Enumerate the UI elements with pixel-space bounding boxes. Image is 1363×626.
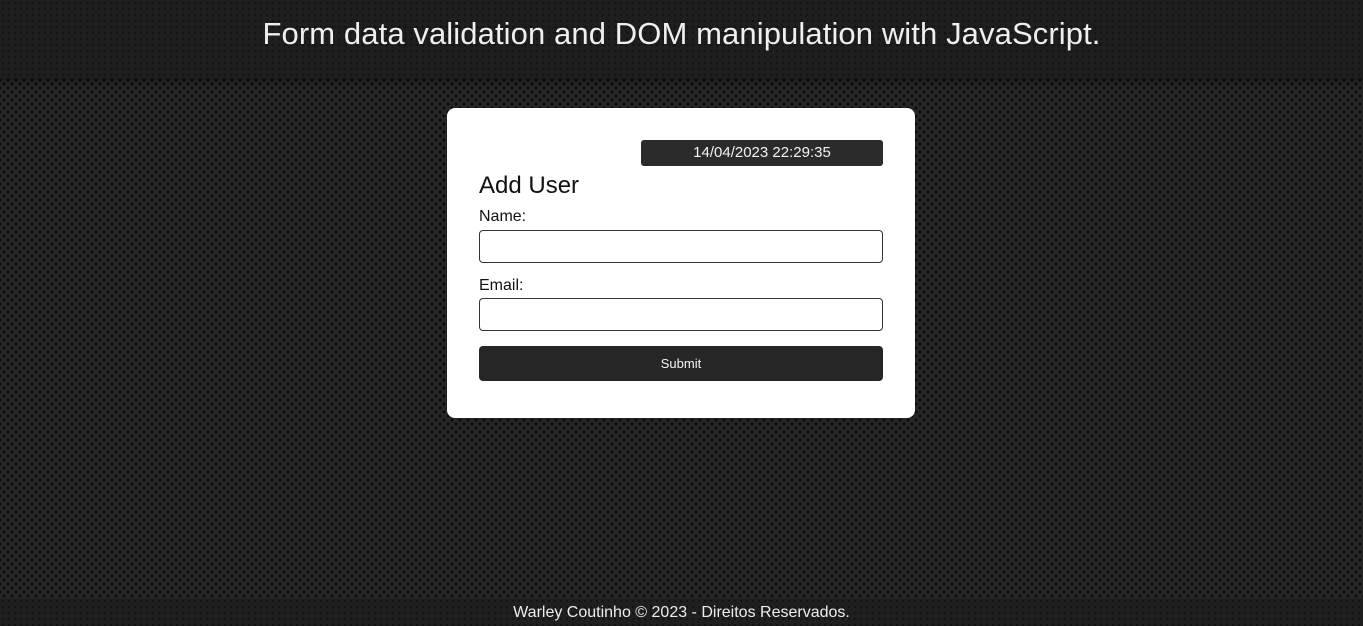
email-label: Email:: [479, 277, 524, 294]
name-label: Name:: [479, 208, 527, 225]
email-input[interactable]: [479, 298, 883, 331]
form-title: Add User: [479, 172, 580, 199]
page-title: Form data validation and DOM manipulatio…: [262, 16, 1101, 51]
page-header: Form data validation and DOM manipulatio…: [0, 0, 1363, 78]
footer-copyright: Warley Coutinho © 2023 - Direitos Reserv…: [513, 604, 850, 621]
submit-button[interactable]: Submit: [479, 346, 883, 381]
page-footer: Warley Coutinho © 2023 - Direitos Reserv…: [0, 598, 1363, 626]
datetime-display: 14/04/2023 22:29:35: [641, 140, 883, 166]
add-user-card: 14/04/2023 22:29:35 Add User Name: Email…: [447, 108, 915, 418]
name-input[interactable]: [479, 230, 883, 263]
